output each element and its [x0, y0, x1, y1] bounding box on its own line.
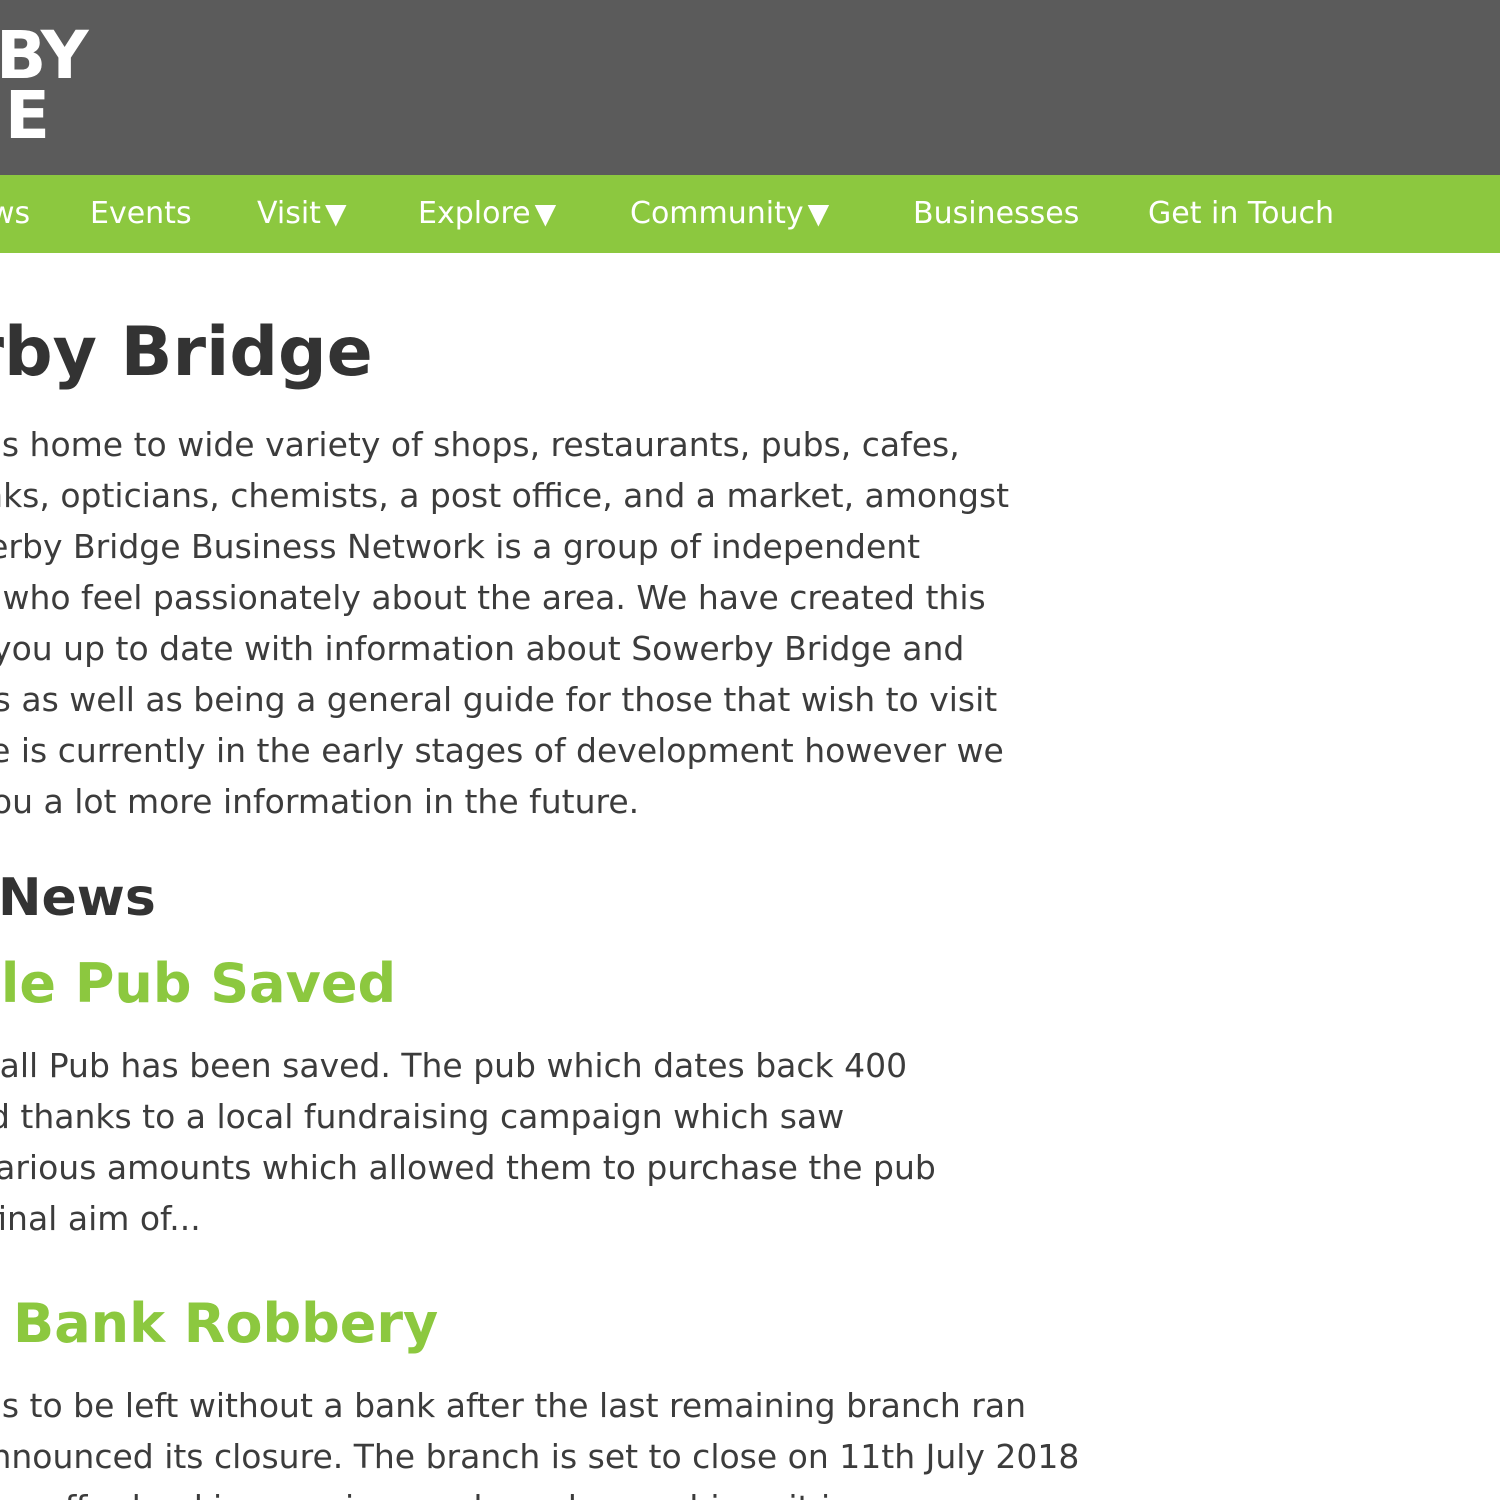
- article-excerpt: Puzzle Hall Pub has been saved. The pub …: [0, 1040, 936, 1244]
- nav-item-label: Community: [630, 196, 804, 231]
- chevron-down-icon: ▼: [324, 197, 347, 230]
- excerpt-line: ax announced its closure. The branch is …: [0, 1437, 1080, 1476]
- intro-line: ners who feel passionately about the are…: [0, 578, 986, 617]
- intro-line: dge is home to wide variety of shops, re…: [0, 425, 960, 464]
- intro-paragraph: dge is home to wide variety of shops, re…: [0, 419, 1160, 827]
- nav-item-visit[interactable]: Visit ▼: [257, 175, 346, 253]
- nav-item-businesses[interactable]: Businesses: [913, 175, 1079, 253]
- site-logo[interactable]: BY E: [0, 23, 89, 154]
- page-title: verby Bridge: [0, 313, 373, 392]
- intro-line: vents as well as being a general guide f…: [0, 680, 998, 719]
- nav-item-label: Explore: [418, 196, 531, 231]
- excerpt-line: Puzzle Hall Pub has been saved. The pub …: [0, 1046, 908, 1085]
- intro-line: Sowerby Bridge Business Network is a gro…: [0, 527, 921, 566]
- excerpt-line: rds the final aim of...: [0, 1199, 201, 1238]
- news-heading: News: [0, 868, 156, 928]
- chevron-down-icon: ▼: [534, 197, 557, 230]
- excerpt-line: nating various amounts which allowed the…: [0, 1148, 936, 1187]
- nav-item-events[interactable]: Events: [90, 175, 192, 253]
- nav-item-get-in-touch[interactable]: Get in Touch: [1148, 175, 1334, 253]
- nav-item-label: Visit: [257, 196, 321, 231]
- excerpt-line: en saved thanks to a local fundraising c…: [0, 1097, 845, 1136]
- article-title-link[interactable]: Puzzle Pub Saved: [0, 953, 396, 1015]
- nav-item-news[interactable]: ws: [0, 175, 30, 253]
- intro-line: , banks, opticians, chemists, a post off…: [0, 476, 1010, 515]
- excerpt-line: dge is to be left without a bank after t…: [0, 1386, 1027, 1425]
- intro-line: ng you a lot more information in the fut…: [0, 782, 640, 821]
- excerpt-line: t office offer banking services and near…: [0, 1482, 1079, 1500]
- logo-line-2: E: [4, 77, 50, 154]
- intro-line: eep you up to date with information abou…: [0, 629, 965, 668]
- nav-item-community[interactable]: Community ▼: [630, 175, 829, 253]
- nav-item-label: Get in Touch: [1148, 196, 1334, 231]
- intro-line: e site is currently in the early stages …: [0, 731, 1004, 770]
- nav-item-label: Events: [90, 196, 192, 231]
- nav-item-label: ws: [0, 196, 31, 231]
- article-title-link[interactable]: y Bridge Bank Robbery: [0, 1293, 438, 1355]
- main-nav: ws Events Visit ▼ Explore ▼ Community ▼ Bus…: [0, 175, 1500, 253]
- site-header: BY E: [0, 0, 1500, 175]
- article-excerpt: dge is to be left without a bank after t…: [0, 1380, 1079, 1500]
- nav-item-label: Businesses: [913, 196, 1080, 231]
- chevron-down-icon: ▼: [807, 197, 830, 230]
- nav-item-explore[interactable]: Explore ▼: [418, 175, 556, 253]
- main-content: verby Bridge dge is home to wide variety…: [0, 253, 1500, 1500]
